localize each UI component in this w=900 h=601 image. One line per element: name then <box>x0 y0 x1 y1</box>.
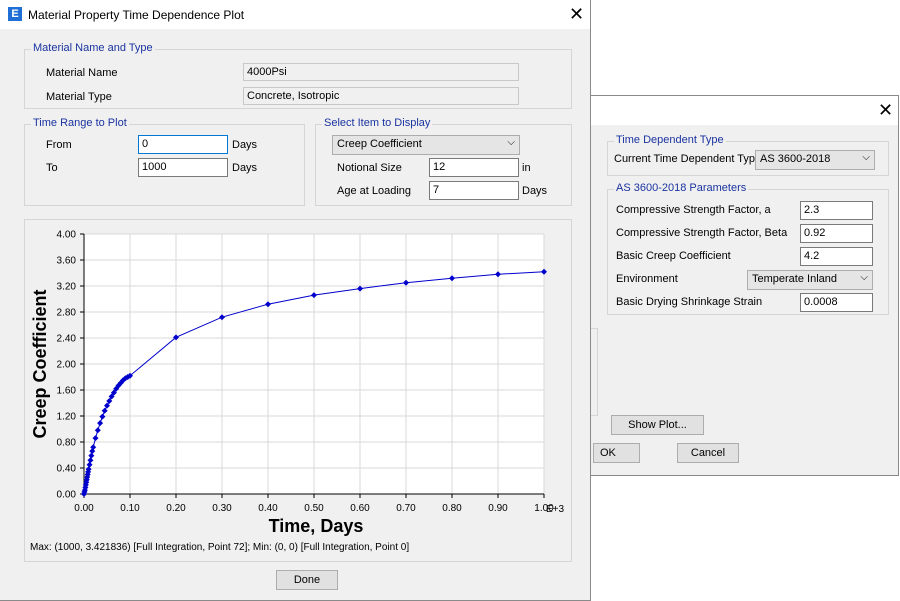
select-item-legend: Select Item to Display <box>322 117 433 129</box>
age-at-loading-input[interactable]: 7 <box>429 181 519 200</box>
age-at-loading-unit: Days <box>522 185 548 197</box>
time-range-legend: Time Range to Plot <box>31 117 129 129</box>
side-close-icon[interactable]: ✕ <box>878 102 893 120</box>
material-type-label: Material Type <box>46 91 112 103</box>
current-type-value: AS 3600-2018 <box>760 153 831 165</box>
window-title: Material Property Time Dependence Plot <box>28 8 245 22</box>
param-label-environment: Environment <box>616 273 678 285</box>
environment-dropdown[interactable]: Temperate Inland ⌵ <box>747 270 873 290</box>
from-input[interactable]: 0 <box>138 135 228 154</box>
material-name-value: 4000Psi <box>243 63 519 81</box>
param-label-strength-a: Compressive Strength Factor, a <box>616 204 771 216</box>
min-max-status: Max: (1000, 3.421836) [Full Integration,… <box>30 542 410 553</box>
to-input[interactable]: 1000 <box>138 158 228 177</box>
chevron-down-icon: ⌵ <box>860 272 868 283</box>
param-label-drying-shrinkage: Basic Drying Shrinkage Strain <box>616 296 763 308</box>
notional-size-input[interactable]: 12 <box>429 158 519 177</box>
material-time-dependence-plot-window: E Material Property Time Dependence Plot… <box>0 0 591 601</box>
current-type-label: Current Time Dependent Type <box>614 153 762 165</box>
side-left-frame-stub <box>590 328 598 416</box>
notional-size-unit: in <box>522 162 531 174</box>
close-icon[interactable]: ✕ <box>569 6 584 24</box>
from-unit-label: Days <box>232 139 258 151</box>
age-at-loading-label: Age at Loading <box>337 185 412 197</box>
select-item-group: Select Item to Display Creep Coefficient… <box>315 117 572 206</box>
environment-value: Temperate Inland <box>752 273 837 285</box>
param-input-strength-beta[interactable]: 0.92 <box>800 224 873 243</box>
chevron-down-icon: ⌵ <box>862 152 870 163</box>
done-button[interactable]: Done <box>276 570 338 590</box>
material-group-legend: Material Name and Type <box>31 42 155 54</box>
show-plot-button[interactable]: Show Plot... <box>611 415 704 435</box>
param-label-strength-beta: Compressive Strength Factor, Beta <box>616 227 788 239</box>
cancel-button[interactable]: Cancel <box>677 443 739 463</box>
param-input-basic-creep[interactable]: 4.2 <box>800 247 873 266</box>
parameters-group: AS 3600-2018 Parameters Compressive Stre… <box>607 182 889 315</box>
chevron-down-icon: ⌵ <box>507 137 515 148</box>
current-type-dropdown[interactable]: AS 3600-2018 ⌵ <box>755 150 875 170</box>
to-unit-label: Days <box>232 162 258 174</box>
ok-button[interactable]: OK <box>593 443 640 463</box>
display-item-dropdown[interactable]: Creep Coefficient ⌵ <box>332 135 520 155</box>
time-dependent-type-group: Time Dependent Type Current Time Depende… <box>607 134 889 176</box>
to-label: To <box>46 162 58 174</box>
display-item-value: Creep Coefficient <box>337 138 422 150</box>
param-input-drying-shrinkage[interactable]: 0.0008 <box>800 293 873 312</box>
side-title-bar: ✕ <box>591 96 898 125</box>
plot-frame <box>24 219 572 562</box>
parameters-legend: AS 3600-2018 Parameters <box>614 182 749 194</box>
time-dependent-type-legend: Time Dependent Type <box>614 134 726 146</box>
param-label-basic-creep: Basic Creep Coefficient <box>616 250 731 262</box>
time-range-group: Time Range to Plot From 0 Days To 1000 D… <box>24 117 305 206</box>
app-logo-icon: E <box>8 7 22 21</box>
param-input-strength-a[interactable]: 2.3 <box>800 201 873 220</box>
time-dependent-properties-window: ✕ Time Dependent Type Current Time Depen… <box>590 95 899 476</box>
material-name-type-group: Material Name and Type Material Name 400… <box>24 42 572 109</box>
main-title-bar: E Material Property Time Dependence Plot… <box>0 0 590 29</box>
material-type-value: Concrete, Isotropic <box>243 87 519 105</box>
notional-size-label: Notional Size <box>337 162 402 174</box>
material-name-label: Material Name <box>46 67 118 79</box>
from-label: From <box>46 139 72 151</box>
